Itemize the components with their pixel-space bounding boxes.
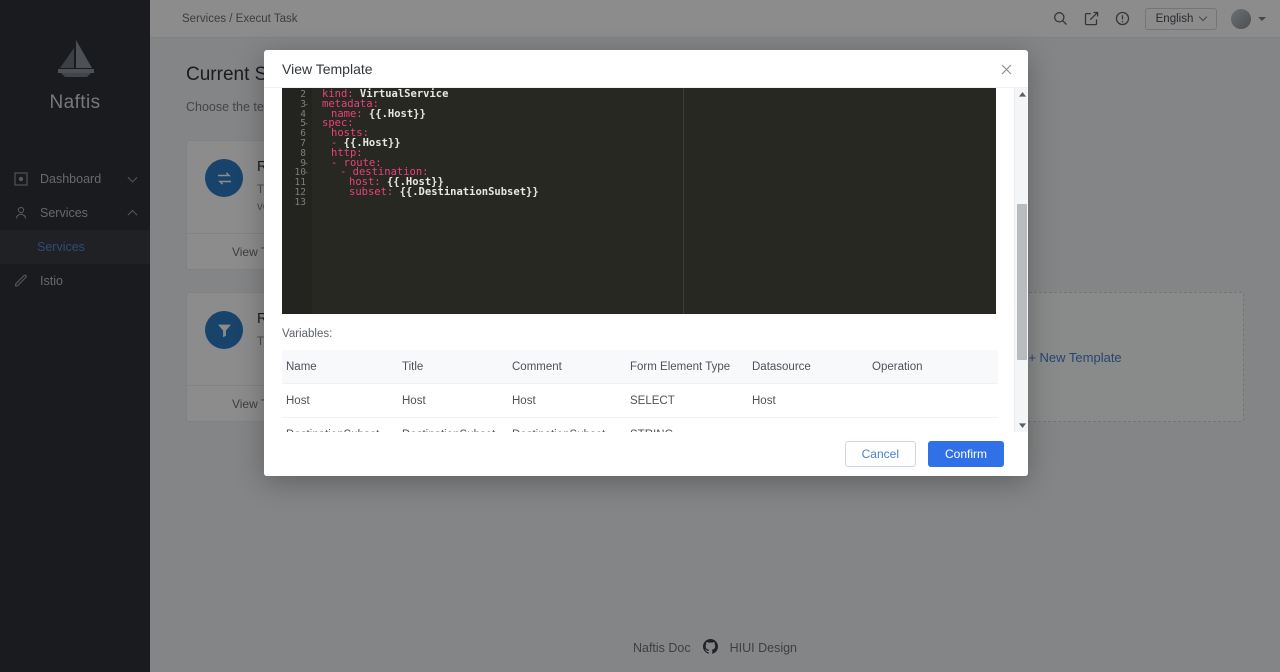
cancel-button[interactable]: Cancel [845,441,916,467]
cell-name: Host [282,395,402,407]
line-number: 2 [282,90,312,100]
scroll-up-icon[interactable] [1015,88,1028,101]
column-header-operation: Operation [872,361,998,373]
column-header-datasource: Datasource [752,361,872,373]
scroll-down-icon[interactable] [1015,419,1028,432]
yaml-code-editor[interactable]: 2kind: VirtualService3-metadata:4name: {… [282,88,996,314]
modal-title: View Template [282,61,373,77]
cell-form-element-type: STRING [630,429,752,433]
cell-comment: DestinationSubset [512,429,630,433]
column-header-form-element-type: Form Element Type [630,361,752,373]
column-header-comment: Comment [512,361,630,373]
column-header-title: Title [402,361,512,373]
fold-toggle-icon[interactable]: - [304,119,312,129]
code-line: 2kind: VirtualService [282,90,996,100]
code-line: 7- {{.Host}} [282,139,996,149]
code-lines: 2kind: VirtualService3-metadata:4name: {… [282,88,996,208]
table-row: Host Host Host SELECT Host [282,383,998,417]
modal-body: 2kind: VirtualService3-metadata:4name: {… [264,88,1028,432]
line-number: 6 [282,129,312,139]
line-number: 7 [282,139,312,149]
modal-scrollbar[interactable] [1014,88,1028,432]
column-header-name: Name [282,361,402,373]
variables-label: Variables: [282,328,996,340]
code-line: 8http: [282,149,996,159]
line-number: 13 [282,198,312,208]
view-template-modal: View Template 2kind: VirtualService3-met… [264,50,1028,476]
cell-form-element-type: SELECT [630,395,752,407]
fold-toggle-icon[interactable]: - [304,168,312,178]
code-line: 13 [282,198,996,208]
modal-footer: Cancel Confirm [264,432,1028,476]
table-header-row: Name Title Comment Form Element Type Dat… [282,350,998,383]
line-number: 4 [282,110,312,120]
code-line: 12subset: {{.DestinationSubset}} [282,188,996,198]
close-icon[interactable] [998,61,1014,77]
table-row: DestinationSubset DestinationSubset Dest… [282,417,998,432]
modal-header: View Template [264,50,1028,88]
cell-comment: Host [512,395,630,407]
cell-name: DestinationSubset [282,429,402,433]
code-text [312,198,322,208]
code-line: 4name: {{.Host}} [282,110,996,120]
modal-scroll-content: 2kind: VirtualService3-metadata:4name: {… [264,88,1014,432]
scrollbar-thumb[interactable] [1017,204,1027,360]
line-number: 8 [282,149,312,159]
cell-title: DestinationSubset [402,429,512,433]
confirm-button[interactable]: Confirm [928,441,1004,467]
code-line: 5-spec: [282,119,996,129]
cell-datasource: Host [752,395,872,407]
fold-toggle-icon[interactable]: - [304,159,312,169]
fold-toggle-icon[interactable]: - [304,100,312,110]
code-text: subset: {{.DestinationSubset}} [312,188,539,198]
cell-title: Host [402,395,512,407]
variables-table: Name Title Comment Form Element Type Dat… [282,350,998,432]
